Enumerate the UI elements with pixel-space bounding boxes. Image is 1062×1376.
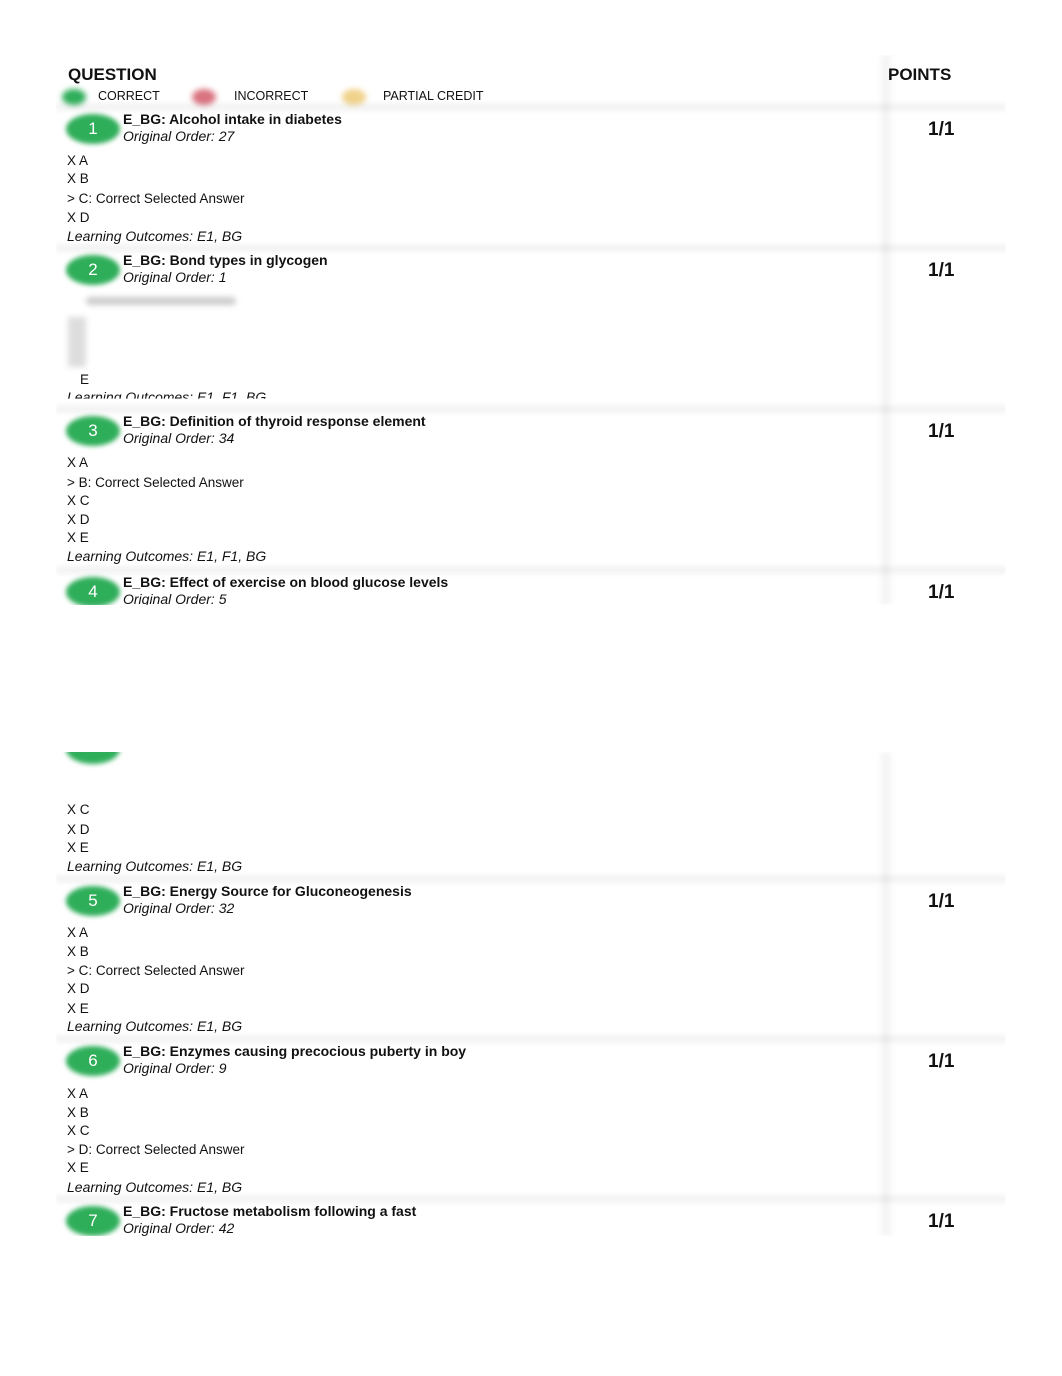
- question-header: 2 E_BG: Bond types in glycogen Original …: [56, 251, 1006, 291]
- original-order: Original Order: 1: [123, 269, 227, 285]
- question-header: 3 E_BG: Definition of thyroid response e…: [56, 412, 1006, 452]
- question-points: 1/1: [928, 1211, 955, 1232]
- question-number: 4: [88, 582, 98, 601]
- answer-option: X D: [67, 822, 90, 837]
- answer-option: X C: [67, 802, 90, 817]
- answer-option: X C: [67, 493, 90, 508]
- question-points: 1/1: [928, 260, 955, 281]
- original-order: Original Order: 42: [123, 1220, 235, 1236]
- answer-option-selected: > C: Correct Selected Answer: [67, 963, 245, 978]
- question-number: 6: [88, 1051, 98, 1070]
- correct-badge: [66, 752, 120, 764]
- blurred-answer-text: [86, 297, 236, 305]
- answer-option-selected: > B: Correct Selected Answer: [67, 475, 244, 490]
- answer-option: X D: [67, 210, 90, 225]
- answer-option: X E: [67, 840, 89, 855]
- answer-option-selected: > D: Correct Selected Answer: [67, 1142, 245, 1157]
- answer-option-selected: > C: Correct Selected Answer: [67, 191, 245, 206]
- blurred-answer-markers: [68, 317, 86, 367]
- question-title: E_BG: Energy Source for Gluconeogenesis: [123, 883, 412, 899]
- question-column-header: QUESTION: [68, 65, 157, 84]
- question-header: 1 E_BG: Alcohol intake in diabetes Origi…: [56, 110, 1006, 150]
- answer-option: X A: [67, 153, 89, 168]
- learning-outcomes: Learning Outcomes: E1, BG: [67, 1018, 243, 1034]
- answer-option: X B: [67, 171, 89, 186]
- answer-option: X B: [67, 944, 89, 959]
- question-points: 1/1: [928, 891, 955, 912]
- original-order: Original Order: 34: [123, 430, 235, 446]
- answer-option: X D: [67, 981, 90, 996]
- question-points: 1/1: [928, 1051, 955, 1072]
- question-number: 7: [88, 1211, 98, 1230]
- question-header: 7 E_BG: Fructose metabolism following a …: [56, 1202, 1006, 1236]
- points-column-header: POINTS: [888, 65, 952, 84]
- results-page-bottom: X C X D X E Learning Outcomes: E1, BG 5 …: [56, 752, 1006, 1236]
- column-divider: [878, 752, 894, 1236]
- learning-outcomes: Learning Outcomes: E1, BG: [67, 858, 243, 874]
- question-title: E_BG: Effect of exercise on blood glucos…: [123, 574, 449, 590]
- question-number: 1: [88, 119, 98, 138]
- question-header: 4 E_BG: Effect of exercise on blood gluc…: [56, 573, 1006, 605]
- learning-outcomes: Learning Outcomes: E1, F1, BG: [67, 548, 267, 564]
- answer-option: X A: [67, 1086, 89, 1101]
- question-points: 1/1: [928, 421, 955, 442]
- question-title: E_BG: Fructose metabolism following a fa…: [123, 1203, 417, 1219]
- answer-option: X E: [67, 1001, 89, 1016]
- question-number: 5: [88, 891, 98, 910]
- original-order: Original Order: 32: [123, 900, 235, 916]
- answer-option: X C: [67, 1123, 90, 1138]
- answer-option: X E: [67, 530, 89, 545]
- original-order: Original Order: 9: [123, 1060, 227, 1076]
- question-number: 2: [88, 260, 98, 279]
- original-order: Original Order: 5: [123, 591, 227, 605]
- question-title: E_BG: Bond types in glycogen: [123, 252, 328, 268]
- question-title: E_BG: Enzymes causing precocious puberty…: [123, 1043, 467, 1059]
- question-title: E_BG: Definition of thyroid response ele…: [123, 413, 426, 429]
- answer-option: X A: [67, 925, 89, 940]
- answer-option: X E: [67, 1160, 89, 1175]
- question-number: 3: [88, 421, 98, 440]
- question-title: E_BG: Alcohol intake in diabetes: [123, 111, 342, 127]
- question-points: 1/1: [928, 582, 955, 603]
- answer-option: E: [80, 372, 90, 387]
- original-order: Original Order: 27: [123, 128, 235, 144]
- answer-option: X B: [67, 1105, 89, 1120]
- answer-option: X D: [67, 512, 90, 527]
- results-page-top: QUESTION POINTS CORRECT INCORRECT PARTIA…: [56, 55, 1006, 605]
- question-header: 6 E_BG: Enzymes causing precocious puber…: [56, 1042, 1006, 1082]
- question-header: 5 E_BG: Energy Source for Gluconeogenesi…: [56, 882, 1006, 922]
- question-points: 1/1: [928, 119, 955, 140]
- answer-option: X A: [67, 455, 89, 470]
